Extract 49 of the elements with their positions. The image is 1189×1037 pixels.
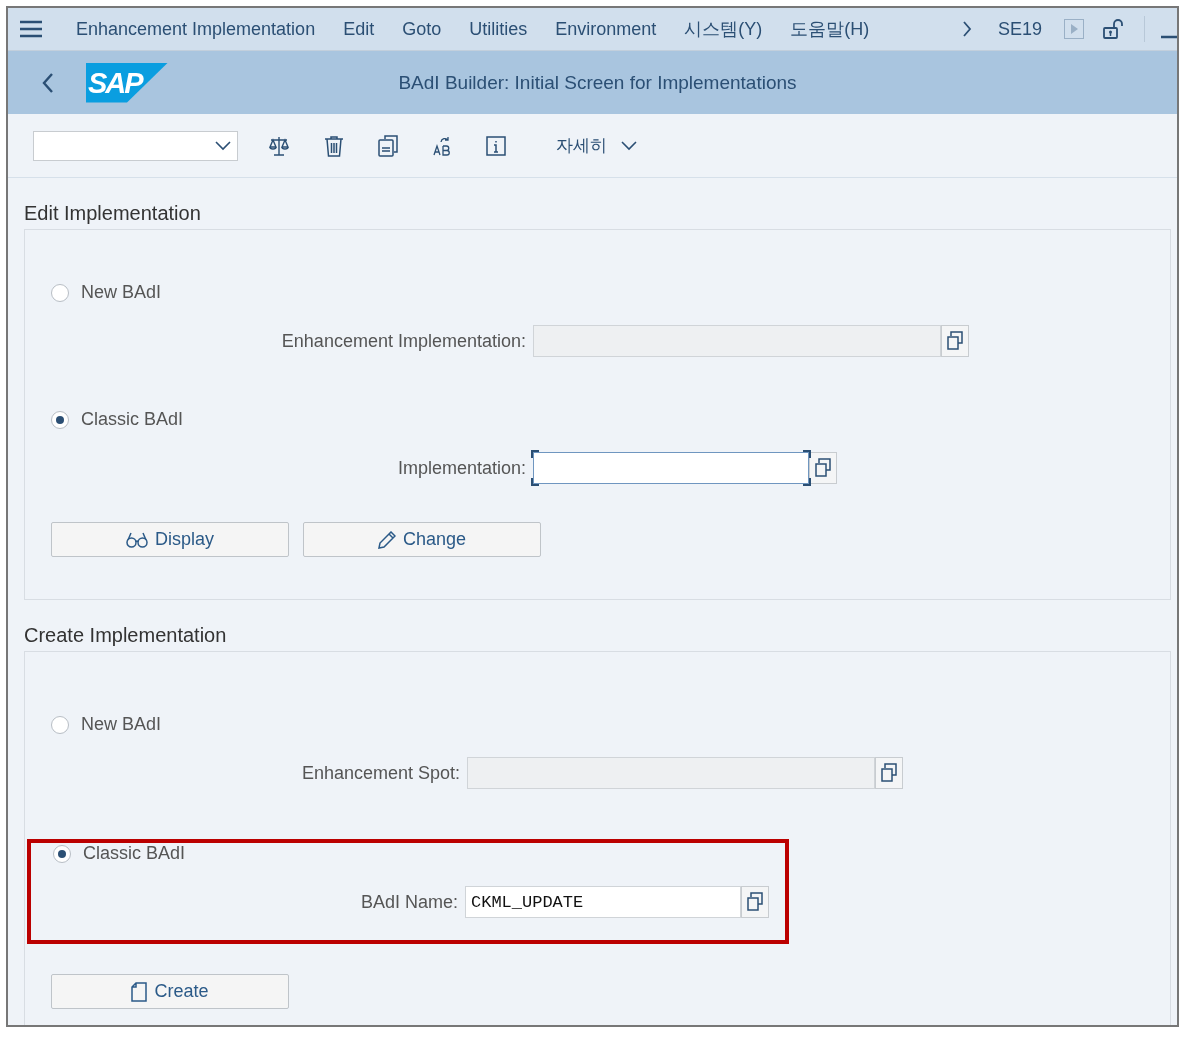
glasses-icon xyxy=(126,531,148,548)
radio-button[interactable] xyxy=(51,283,69,302)
lock-icon[interactable] xyxy=(1102,18,1124,40)
radio-label: New BAdI xyxy=(81,714,162,735)
action-button[interactable]: Display xyxy=(51,522,289,557)
window-title: BAdI Builder: Initial Screen for Implementations xyxy=(397,71,798,94)
back-icon[interactable] xyxy=(42,71,54,94)
section-title: Edit Implementation xyxy=(24,202,202,225)
transaction-code: SE19 xyxy=(997,18,1042,40)
menu-item[interactable]: 시스템(Y) xyxy=(684,17,763,41)
chevron-down-icon[interactable] xyxy=(621,140,637,151)
radio-label: Classic BAdI xyxy=(83,843,186,864)
rename-icon[interactable] xyxy=(432,134,452,157)
pencil-icon xyxy=(377,530,396,549)
minimize-icon[interactable] xyxy=(1161,35,1177,39)
field-label: BAdI Name: xyxy=(359,891,459,913)
document-icon xyxy=(131,981,148,1002)
input-field[interactable] xyxy=(533,452,809,484)
menu-item[interactable]: 도움말(H) xyxy=(790,17,870,41)
chevron-down-icon xyxy=(215,140,231,151)
chevron-right-icon[interactable] xyxy=(961,20,972,38)
scales-icon[interactable] xyxy=(268,134,290,157)
value-help-icon[interactable] xyxy=(741,886,769,918)
menu-item[interactable]: Environment xyxy=(555,18,657,40)
trash-icon[interactable] xyxy=(324,134,344,157)
field-label: Enhancement Implementation: xyxy=(280,330,527,352)
radio-button[interactable] xyxy=(53,844,71,863)
value-help-icon[interactable] xyxy=(941,325,969,357)
field-label: Enhancement Spot: xyxy=(300,762,461,784)
value-help-icon[interactable] xyxy=(875,757,903,789)
menu-item[interactable]: Enhancement Implementation xyxy=(76,18,316,40)
action-button[interactable]: Change xyxy=(303,522,541,557)
info-icon[interactable] xyxy=(486,135,506,156)
field-label: Implementation: xyxy=(396,457,527,479)
copy-icon[interactable] xyxy=(378,134,398,157)
value-help-icon[interactable] xyxy=(809,452,837,484)
input-field[interactable]: CKML_UPDATE xyxy=(465,886,741,918)
menu-item[interactable]: Goto xyxy=(402,18,442,40)
radio-button[interactable] xyxy=(51,410,69,429)
radio-button[interactable] xyxy=(51,715,69,734)
radio-label: New BAdI xyxy=(81,282,162,303)
section-title: Create Implementation xyxy=(24,624,228,647)
sap-logo: SAP xyxy=(86,62,168,103)
radio-label: Classic BAdI xyxy=(81,409,184,430)
menu-item[interactable]: Utilities xyxy=(469,18,528,40)
action-button[interactable]: Create xyxy=(51,974,289,1009)
menu-icon[interactable] xyxy=(20,20,42,38)
menu-item[interactable]: Edit xyxy=(343,18,375,40)
more-menu[interactable]: 자세히 xyxy=(556,134,607,157)
